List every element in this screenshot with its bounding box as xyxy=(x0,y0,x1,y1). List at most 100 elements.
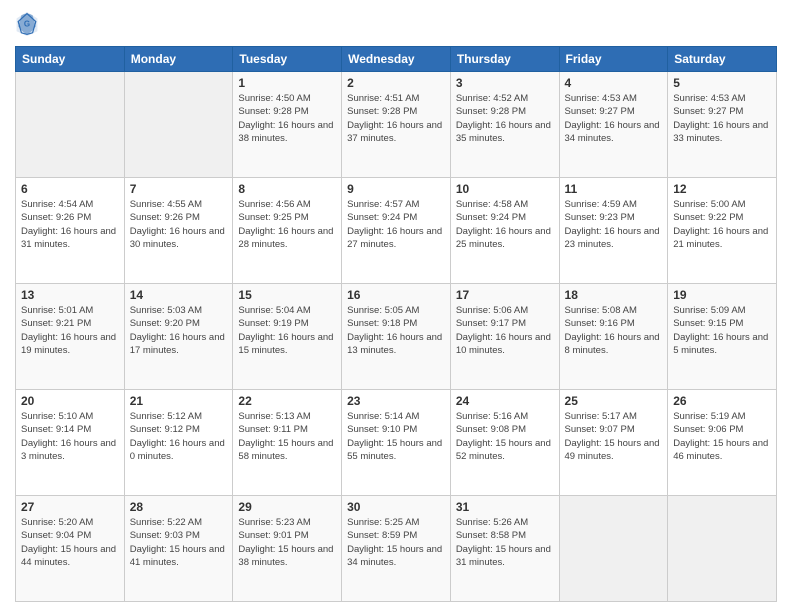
calendar-cell: 6 Sunrise: 4:54 AM Sunset: 9:26 PM Dayli… xyxy=(16,178,125,284)
calendar-cell: 1 Sunrise: 4:50 AM Sunset: 9:28 PM Dayli… xyxy=(233,72,342,178)
calendar-cell: 30 Sunrise: 5:25 AM Sunset: 8:59 PM Dayl… xyxy=(342,496,451,602)
day-number: 31 xyxy=(456,500,554,514)
calendar-cell: 23 Sunrise: 5:14 AM Sunset: 9:10 PM Dayl… xyxy=(342,390,451,496)
calendar-cell xyxy=(16,72,125,178)
calendar-cell: 12 Sunrise: 5:00 AM Sunset: 9:22 PM Dayl… xyxy=(668,178,777,284)
day-info: Sunrise: 5:08 AM Sunset: 9:16 PM Dayligh… xyxy=(565,304,663,357)
day-number: 18 xyxy=(565,288,663,302)
calendar-cell: 7 Sunrise: 4:55 AM Sunset: 9:26 PM Dayli… xyxy=(124,178,233,284)
day-info: Sunrise: 4:54 AM Sunset: 9:26 PM Dayligh… xyxy=(21,198,119,251)
day-info: Sunrise: 5:00 AM Sunset: 9:22 PM Dayligh… xyxy=(673,198,771,251)
calendar-cell: 2 Sunrise: 4:51 AM Sunset: 9:28 PM Dayli… xyxy=(342,72,451,178)
day-number: 24 xyxy=(456,394,554,408)
calendar: SundayMondayTuesdayWednesdayThursdayFrid… xyxy=(15,46,777,602)
week-row-2: 6 Sunrise: 4:54 AM Sunset: 9:26 PM Dayli… xyxy=(16,178,777,284)
weekday-header-saturday: Saturday xyxy=(668,47,777,72)
day-info: Sunrise: 5:10 AM Sunset: 9:14 PM Dayligh… xyxy=(21,410,119,463)
day-number: 23 xyxy=(347,394,445,408)
day-info: Sunrise: 5:19 AM Sunset: 9:06 PM Dayligh… xyxy=(673,410,771,463)
day-number: 5 xyxy=(673,76,771,90)
calendar-cell: 20 Sunrise: 5:10 AM Sunset: 9:14 PM Dayl… xyxy=(16,390,125,496)
day-info: Sunrise: 5:20 AM Sunset: 9:04 PM Dayligh… xyxy=(21,516,119,569)
calendar-cell: 27 Sunrise: 5:20 AM Sunset: 9:04 PM Dayl… xyxy=(16,496,125,602)
day-number: 16 xyxy=(347,288,445,302)
day-info: Sunrise: 5:04 AM Sunset: 9:19 PM Dayligh… xyxy=(238,304,336,357)
calendar-cell: 4 Sunrise: 4:53 AM Sunset: 9:27 PM Dayli… xyxy=(559,72,668,178)
day-number: 29 xyxy=(238,500,336,514)
weekday-header-friday: Friday xyxy=(559,47,668,72)
day-info: Sunrise: 4:59 AM Sunset: 9:23 PM Dayligh… xyxy=(565,198,663,251)
calendar-cell: 19 Sunrise: 5:09 AM Sunset: 9:15 PM Dayl… xyxy=(668,284,777,390)
day-info: Sunrise: 4:53 AM Sunset: 9:27 PM Dayligh… xyxy=(565,92,663,145)
calendar-cell: 11 Sunrise: 4:59 AM Sunset: 9:23 PM Dayl… xyxy=(559,178,668,284)
day-info: Sunrise: 4:52 AM Sunset: 9:28 PM Dayligh… xyxy=(456,92,554,145)
calendar-cell: 18 Sunrise: 5:08 AM Sunset: 9:16 PM Dayl… xyxy=(559,284,668,390)
day-number: 11 xyxy=(565,182,663,196)
week-row-4: 20 Sunrise: 5:10 AM Sunset: 9:14 PM Dayl… xyxy=(16,390,777,496)
day-number: 20 xyxy=(21,394,119,408)
weekday-header-monday: Monday xyxy=(124,47,233,72)
day-number: 6 xyxy=(21,182,119,196)
weekday-header-tuesday: Tuesday xyxy=(233,47,342,72)
day-number: 22 xyxy=(238,394,336,408)
calendar-cell xyxy=(559,496,668,602)
calendar-cell: 22 Sunrise: 5:13 AM Sunset: 9:11 PM Dayl… xyxy=(233,390,342,496)
day-info: Sunrise: 4:50 AM Sunset: 9:28 PM Dayligh… xyxy=(238,92,336,145)
calendar-cell: 31 Sunrise: 5:26 AM Sunset: 8:58 PM Dayl… xyxy=(450,496,559,602)
calendar-cell: 24 Sunrise: 5:16 AM Sunset: 9:08 PM Dayl… xyxy=(450,390,559,496)
calendar-cell xyxy=(668,496,777,602)
week-row-1: 1 Sunrise: 4:50 AM Sunset: 9:28 PM Dayli… xyxy=(16,72,777,178)
day-number: 2 xyxy=(347,76,445,90)
calendar-cell: 26 Sunrise: 5:19 AM Sunset: 9:06 PM Dayl… xyxy=(668,390,777,496)
day-number: 13 xyxy=(21,288,119,302)
header: G xyxy=(15,10,777,38)
day-number: 3 xyxy=(456,76,554,90)
calendar-cell xyxy=(124,72,233,178)
logo: G xyxy=(15,10,43,38)
day-number: 8 xyxy=(238,182,336,196)
day-info: Sunrise: 5:03 AM Sunset: 9:20 PM Dayligh… xyxy=(130,304,228,357)
calendar-cell: 25 Sunrise: 5:17 AM Sunset: 9:07 PM Dayl… xyxy=(559,390,668,496)
logo-icon: G xyxy=(15,10,39,38)
calendar-cell: 28 Sunrise: 5:22 AM Sunset: 9:03 PM Dayl… xyxy=(124,496,233,602)
day-number: 4 xyxy=(565,76,663,90)
calendar-cell: 15 Sunrise: 5:04 AM Sunset: 9:19 PM Dayl… xyxy=(233,284,342,390)
day-info: Sunrise: 5:14 AM Sunset: 9:10 PM Dayligh… xyxy=(347,410,445,463)
day-info: Sunrise: 5:26 AM Sunset: 8:58 PM Dayligh… xyxy=(456,516,554,569)
weekday-row: SundayMondayTuesdayWednesdayThursdayFrid… xyxy=(16,47,777,72)
weekday-header-thursday: Thursday xyxy=(450,47,559,72)
calendar-cell: 21 Sunrise: 5:12 AM Sunset: 9:12 PM Dayl… xyxy=(124,390,233,496)
calendar-cell: 3 Sunrise: 4:52 AM Sunset: 9:28 PM Dayli… xyxy=(450,72,559,178)
day-info: Sunrise: 4:56 AM Sunset: 9:25 PM Dayligh… xyxy=(238,198,336,251)
day-number: 21 xyxy=(130,394,228,408)
calendar-cell: 8 Sunrise: 4:56 AM Sunset: 9:25 PM Dayli… xyxy=(233,178,342,284)
page: G SundayMondayTuesdayWednesdayThursdayFr… xyxy=(0,0,792,612)
day-info: Sunrise: 5:05 AM Sunset: 9:18 PM Dayligh… xyxy=(347,304,445,357)
week-row-3: 13 Sunrise: 5:01 AM Sunset: 9:21 PM Dayl… xyxy=(16,284,777,390)
calendar-cell: 9 Sunrise: 4:57 AM Sunset: 9:24 PM Dayli… xyxy=(342,178,451,284)
day-info: Sunrise: 5:25 AM Sunset: 8:59 PM Dayligh… xyxy=(347,516,445,569)
day-info: Sunrise: 4:55 AM Sunset: 9:26 PM Dayligh… xyxy=(130,198,228,251)
day-number: 1 xyxy=(238,76,336,90)
calendar-header: SundayMondayTuesdayWednesdayThursdayFrid… xyxy=(16,47,777,72)
week-row-5: 27 Sunrise: 5:20 AM Sunset: 9:04 PM Dayl… xyxy=(16,496,777,602)
day-number: 27 xyxy=(21,500,119,514)
day-info: Sunrise: 5:01 AM Sunset: 9:21 PM Dayligh… xyxy=(21,304,119,357)
day-number: 10 xyxy=(456,182,554,196)
day-info: Sunrise: 5:13 AM Sunset: 9:11 PM Dayligh… xyxy=(238,410,336,463)
day-info: Sunrise: 5:09 AM Sunset: 9:15 PM Dayligh… xyxy=(673,304,771,357)
day-number: 25 xyxy=(565,394,663,408)
calendar-cell: 5 Sunrise: 4:53 AM Sunset: 9:27 PM Dayli… xyxy=(668,72,777,178)
day-number: 9 xyxy=(347,182,445,196)
day-info: Sunrise: 5:16 AM Sunset: 9:08 PM Dayligh… xyxy=(456,410,554,463)
day-number: 7 xyxy=(130,182,228,196)
day-number: 30 xyxy=(347,500,445,514)
day-info: Sunrise: 4:57 AM Sunset: 9:24 PM Dayligh… xyxy=(347,198,445,251)
day-info: Sunrise: 5:06 AM Sunset: 9:17 PM Dayligh… xyxy=(456,304,554,357)
weekday-header-sunday: Sunday xyxy=(16,47,125,72)
day-number: 15 xyxy=(238,288,336,302)
day-info: Sunrise: 4:53 AM Sunset: 9:27 PM Dayligh… xyxy=(673,92,771,145)
day-info: Sunrise: 5:23 AM Sunset: 9:01 PM Dayligh… xyxy=(238,516,336,569)
svg-text:G: G xyxy=(24,19,30,28)
day-info: Sunrise: 5:22 AM Sunset: 9:03 PM Dayligh… xyxy=(130,516,228,569)
